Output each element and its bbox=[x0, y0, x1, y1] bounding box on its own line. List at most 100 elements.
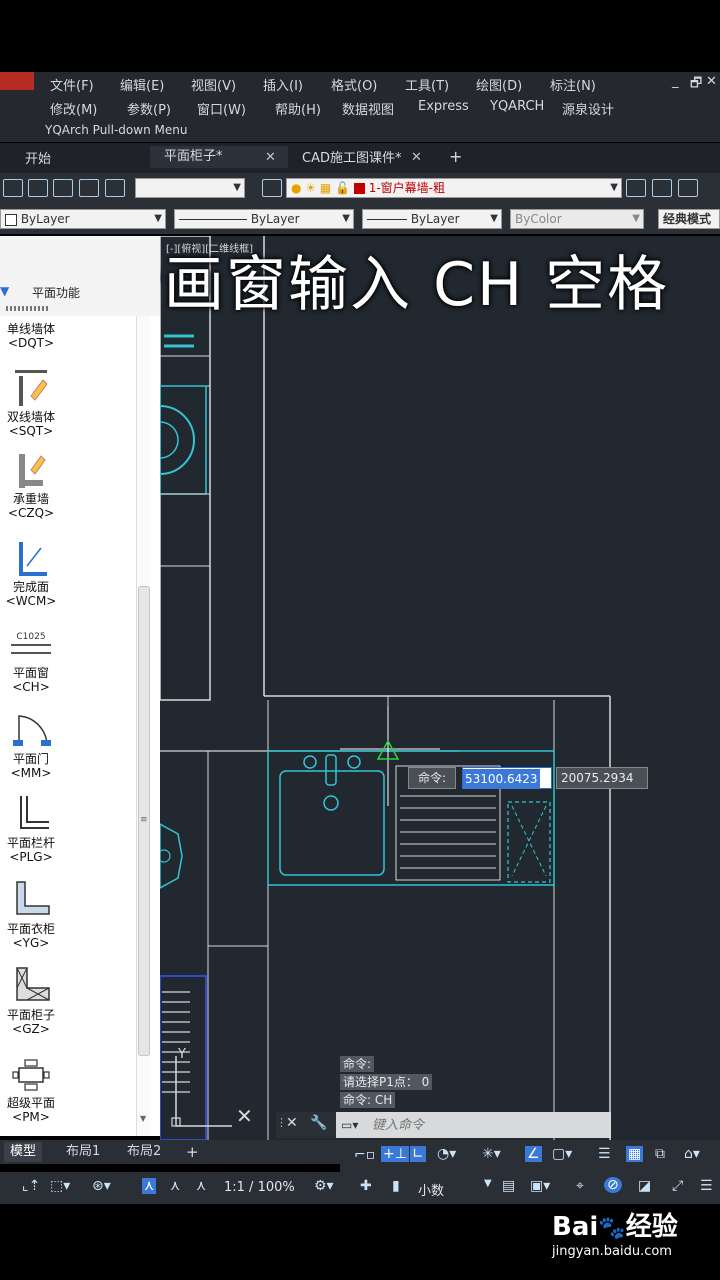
linetype-combo[interactable]: ByLayer ▼ bbox=[174, 209, 354, 229]
command-input[interactable] bbox=[372, 1115, 602, 1135]
minimize-icon[interactable]: _ bbox=[672, 74, 679, 89]
layer-tool-icon[interactable] bbox=[79, 179, 99, 197]
tab-layout2[interactable]: 布局2 bbox=[121, 1142, 167, 1162]
layer-tool-icon[interactable] bbox=[53, 179, 73, 197]
palette-item-plan-door[interactable]: 平面门 <MM> bbox=[0, 710, 62, 780]
palette-item-plan-wardrobe[interactable]: 平面衣柜 <YG> bbox=[0, 880, 62, 950]
polar-icon[interactable]: ∟ bbox=[410, 1146, 426, 1162]
menu-modify[interactable]: 修改(M) bbox=[50, 99, 97, 118]
tab-layout1[interactable]: 布局1 bbox=[60, 1142, 106, 1162]
palette-item-plan-railing[interactable]: 平面栏杆 <PLG> bbox=[0, 794, 62, 864]
tab-start[interactable]: 开始 bbox=[25, 148, 51, 170]
menu-yuanquan[interactable]: 源泉设计 bbox=[562, 99, 614, 118]
menu-icon[interactable]: ☰ bbox=[700, 1178, 713, 1194]
osnap-icon[interactable]: ✳▾ bbox=[482, 1146, 501, 1162]
faucet bbox=[325, 754, 337, 786]
gear-icon[interactable]: ⚙▾ bbox=[314, 1178, 334, 1194]
add-layout-button[interactable]: + bbox=[180, 1142, 205, 1162]
new-tab-button[interactable]: + bbox=[449, 147, 462, 169]
named-view-combo[interactable]: ▼ bbox=[135, 178, 245, 198]
menu-view[interactable]: 视图(V) bbox=[191, 75, 236, 94]
annotation-scale-icon[interactable]: ⋏ bbox=[142, 1178, 157, 1194]
plus-icon[interactable]: ✚ bbox=[360, 1178, 372, 1194]
quick-props-icon[interactable]: ▤ bbox=[502, 1178, 515, 1194]
collapse-triangle-icon[interactable]: ▼ bbox=[0, 284, 9, 298]
tab-close-icon[interactable]: ✕ bbox=[265, 150, 276, 165]
annotation-scale-value[interactable]: 1:1 / 100% bbox=[224, 1180, 295, 1195]
layer-match-icon[interactable] bbox=[626, 179, 646, 197]
wrench-icon[interactable]: 🔧 bbox=[310, 1115, 327, 1131]
lock-ui-icon[interactable]: ▣▾ bbox=[530, 1178, 550, 1194]
layer-combo[interactable]: ● ☀ ▦ 🔓 1-窗户幕墙-粗 ▼ bbox=[286, 178, 622, 198]
command-prompt-icon[interactable]: ▭▾ bbox=[341, 1118, 358, 1132]
x-coordinate: 53100.6423 bbox=[463, 769, 540, 789]
app-logo[interactable] bbox=[0, 72, 34, 90]
chevron-down-icon[interactable]: ▼ bbox=[484, 1178, 492, 1189]
plotstyle-combo[interactable]: ByColor ▼ bbox=[510, 209, 644, 229]
units-value[interactable]: 小数 bbox=[418, 1180, 444, 1199]
menu-express[interactable]: Express bbox=[418, 99, 469, 114]
plotstyle-value: ByColor bbox=[515, 212, 562, 226]
selection-cycle-icon[interactable]: ▢▾ bbox=[552, 1146, 572, 1162]
dynamic-ucs-icon[interactable]: ∠ bbox=[525, 1146, 542, 1162]
tab-close-icon[interactable]: ✕ bbox=[411, 150, 422, 165]
palette-item-plan-window[interactable]: C1025 平面窗 <CH> bbox=[0, 630, 62, 694]
dynamic-input-x[interactable]: 53100.6423 bbox=[462, 767, 552, 789]
color-combo[interactable]: ByLayer ▼ bbox=[0, 209, 166, 229]
menu-dimension[interactable]: 标注(N) bbox=[550, 75, 596, 94]
lineweight-combo[interactable]: ByLayer ▼ bbox=[362, 209, 502, 229]
menu-format[interactable]: 格式(O) bbox=[331, 75, 377, 94]
layer-tool-icon[interactable] bbox=[28, 179, 48, 197]
menu-params[interactable]: 参数(P) bbox=[127, 99, 171, 118]
palette-item-finish-surface[interactable]: 完成面 <WCM> bbox=[0, 538, 62, 608]
menu-window[interactable]: 窗口(W) bbox=[197, 99, 246, 118]
3d-osnap-icon[interactable]: ⌂▾ bbox=[684, 1146, 700, 1162]
layer-tool-icon[interactable] bbox=[3, 179, 23, 197]
palette-item-super-plan[interactable]: 超级平面 <PM> bbox=[0, 1054, 62, 1124]
hardware-accel-icon[interactable]: ⊘ bbox=[604, 1177, 622, 1193]
menu-insert[interactable]: 插入(I) bbox=[263, 75, 303, 94]
menu-file[interactable]: 文件(F) bbox=[50, 75, 94, 94]
close-window-icon[interactable]: ✕ bbox=[706, 74, 717, 89]
model-space-icon[interactable]: ⌞⇡ bbox=[22, 1178, 40, 1194]
isolate-icon[interactable]: ⌖ bbox=[576, 1178, 584, 1194]
layer-iso-icon[interactable] bbox=[678, 179, 698, 197]
scroll-down-icon[interactable]: ▼ bbox=[140, 1114, 146, 1123]
palette-scroll-thumb[interactable]: ≡ bbox=[138, 586, 150, 1056]
menu-edit[interactable]: 编辑(E) bbox=[120, 75, 164, 94]
viewport-icon[interactable]: ⬚▾ bbox=[50, 1178, 70, 1194]
menu-dataview[interactable]: 数据视图 bbox=[342, 99, 394, 118]
fullscreen-icon[interactable]: ⤢ bbox=[672, 1178, 683, 1194]
close-icon[interactable]: ✕ bbox=[286, 1115, 298, 1131]
menu-draw[interactable]: 绘图(D) bbox=[476, 75, 522, 94]
drain-circle bbox=[323, 795, 339, 811]
workspace-combo[interactable]: 经典模式 bbox=[658, 209, 720, 229]
lineweight-icon[interactable]: ☰ bbox=[598, 1146, 611, 1162]
menu-yqarch-pulldown[interactable]: YQArch Pull-down Menu bbox=[45, 123, 187, 137]
annotation-add-icon[interactable]: ⋏ bbox=[196, 1178, 206, 1194]
menu-help[interactable]: 帮助(H) bbox=[275, 99, 321, 118]
drawing-canvas[interactable]: Y ✕ bbox=[157, 235, 720, 1141]
palette-item-single-wall[interactable]: 单线墙体 <DQT> bbox=[0, 322, 62, 350]
annotation-auto-icon[interactable]: ⋏ bbox=[170, 1178, 180, 1194]
palette-item-plan-cabinet[interactable]: 平面柜子 <GZ> bbox=[0, 966, 62, 1036]
menu-yqarch[interactable]: YQARCH bbox=[490, 99, 544, 114]
transparency-icon[interactable]: ▦ bbox=[626, 1146, 644, 1162]
layer-properties-icon[interactable] bbox=[262, 179, 282, 197]
ortho-icon[interactable]: +⊥ bbox=[381, 1146, 409, 1162]
command-line[interactable]: ▭▾ bbox=[336, 1112, 611, 1138]
menu-tools[interactable]: 工具(T) bbox=[405, 75, 449, 94]
isodraft-icon[interactable]: ◔▾ bbox=[437, 1146, 456, 1162]
tab-cad-course[interactable]: CAD施工图课件* bbox=[302, 148, 401, 170]
restore-icon[interactable]: 🗗 bbox=[690, 74, 702, 96]
snap-grid-icon[interactable]: ⌐▫ bbox=[354, 1147, 375, 1163]
annotation-visibility-icon[interactable]: ⊛▾ bbox=[92, 1178, 111, 1194]
layer-previous-icon[interactable] bbox=[652, 179, 672, 197]
quick-props-icon[interactable]: ⧉ bbox=[655, 1146, 665, 1162]
layer-tool-icon[interactable] bbox=[105, 179, 125, 197]
palette-item-double-wall[interactable]: 双线墙体 <SQT> bbox=[0, 368, 62, 438]
dynamic-input-y[interactable]: 20075.2934 bbox=[556, 767, 648, 789]
clean-screen-icon[interactable]: ◪ bbox=[638, 1178, 651, 1194]
tab-model[interactable]: 模型 bbox=[4, 1142, 43, 1162]
palette-item-bearing-wall[interactable]: 承重墙 <CZQ> bbox=[0, 450, 62, 520]
